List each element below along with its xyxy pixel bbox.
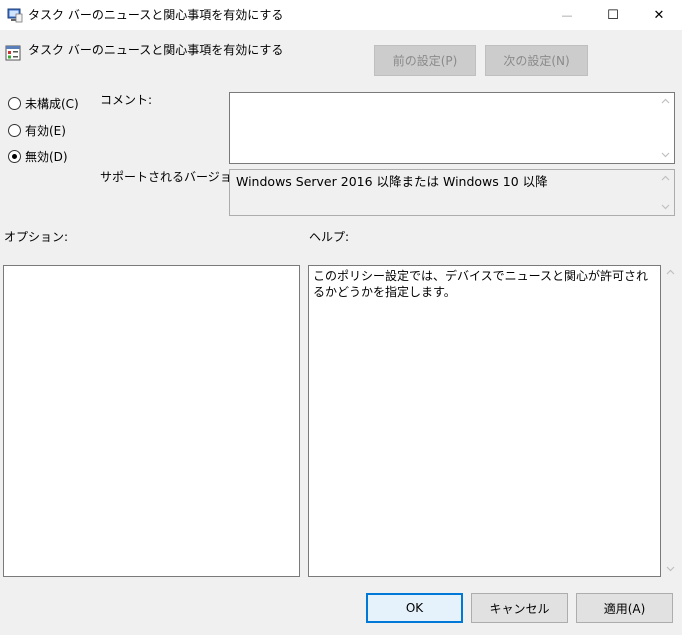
options-label: オプション: bbox=[4, 230, 69, 244]
group-policy-editor-icon bbox=[7, 7, 23, 23]
close-icon: ✕ bbox=[653, 7, 665, 23]
radio-circle[interactable] bbox=[8, 123, 21, 137]
cancel-button[interactable]: キャンセル bbox=[471, 593, 568, 623]
options-panel bbox=[3, 265, 300, 577]
help-label: ヘルプ: bbox=[309, 230, 350, 244]
help-panel bbox=[308, 265, 661, 577]
comment-label: コメント: bbox=[100, 93, 153, 107]
scroll-down-icon[interactable] bbox=[659, 150, 672, 160]
maximize-icon: ☐ bbox=[607, 7, 619, 23]
previous-setting-button[interactable]: 前の設定(P) bbox=[374, 45, 476, 76]
ok-button[interactable]: OK bbox=[366, 593, 463, 623]
radio-circle-selected[interactable] bbox=[8, 149, 21, 163]
comment-textarea[interactable] bbox=[229, 92, 675, 164]
radio-not-configured[interactable]: 未構成(C) bbox=[8, 94, 79, 112]
radio-circle[interactable] bbox=[8, 96, 21, 110]
next-setting-button[interactable]: 次の設定(N) bbox=[485, 45, 588, 76]
radio-disabled[interactable]: 無効(D) bbox=[8, 147, 68, 165]
help-text: このポリシー設定では、デバイスでニュースと関心が許可されるかどうかを指定します。 bbox=[313, 269, 649, 299]
close-button[interactable]: ✕ bbox=[636, 0, 682, 30]
minimize-button[interactable]: — bbox=[544, 0, 590, 30]
scroll-up-icon[interactable] bbox=[659, 96, 672, 106]
policy-setting-icon bbox=[5, 45, 21, 61]
radio-label: 有効(E) bbox=[25, 123, 66, 138]
radio-selected-dot bbox=[12, 153, 17, 159]
help-scroll-up-icon[interactable] bbox=[664, 267, 677, 277]
scroll-down-icon[interactable] bbox=[659, 202, 672, 212]
supported-on-label: サポートされるバージョン: bbox=[100, 170, 248, 184]
policy-title: タスク バーのニュースと関心事項を有効にする bbox=[28, 43, 284, 57]
apply-button[interactable]: 適用(A) bbox=[576, 593, 673, 623]
minimize-icon: — bbox=[561, 8, 573, 22]
radio-enabled[interactable]: 有効(E) bbox=[8, 121, 66, 139]
supported-on-value: Windows Server 2016 以降または Windows 10 以降 bbox=[236, 174, 548, 189]
radio-label: 無効(D) bbox=[25, 149, 68, 164]
radio-label: 未構成(C) bbox=[25, 96, 79, 111]
scroll-up-icon[interactable] bbox=[659, 173, 672, 183]
maximize-button[interactable]: ☐ bbox=[590, 0, 636, 30]
window-title: タスク バーのニュースと関心事項を有効にする bbox=[28, 8, 284, 22]
help-scroll-down-icon[interactable] bbox=[664, 564, 677, 574]
